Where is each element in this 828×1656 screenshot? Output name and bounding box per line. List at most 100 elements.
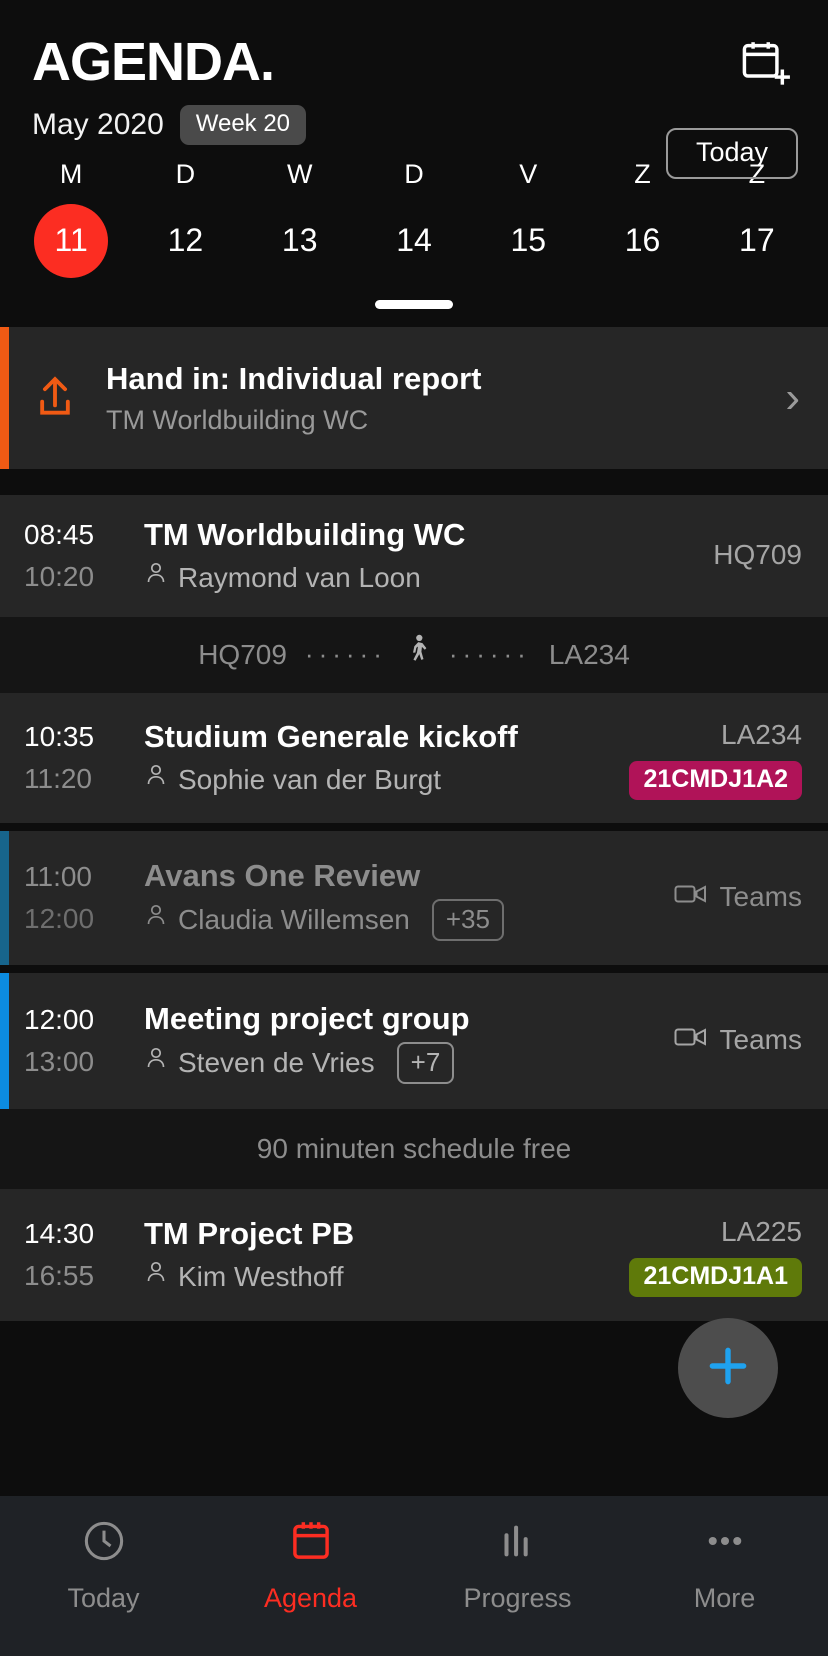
nav-label: Progress [463, 1583, 572, 1613]
day-letter: D [175, 158, 196, 189]
event-title: Studium Generale kickoff [144, 718, 518, 754]
clock-icon [81, 1518, 127, 1569]
nav-label: More [693, 1583, 756, 1613]
walking-person-icon [405, 634, 431, 675]
calendar-add-icon [739, 37, 791, 94]
day-column[interactable]: M 11 [14, 159, 128, 278]
event-times: 12:00 13:00 [24, 999, 122, 1083]
event-start-time: 12:00 [24, 1003, 95, 1035]
nav-item-agenda[interactable]: Agenda [207, 1518, 414, 1614]
hand-in-subtitle: TM Worldbuilding WC [106, 404, 369, 435]
day-letter: Z [634, 158, 651, 189]
event-times: 11:00 12:00 [24, 856, 122, 940]
event-start-time: 08:45 [24, 518, 95, 550]
day-letter: D [404, 158, 424, 189]
day-column[interactable]: V 15 [471, 159, 585, 278]
nav-label: Today [67, 1583, 140, 1613]
event-location-label: Teams [719, 1024, 802, 1056]
day-number[interactable]: 12 [148, 204, 222, 278]
event-person-name: Sophie van der Burgt [178, 763, 442, 795]
event-start-time: 11:00 [24, 860, 92, 892]
day-column[interactable]: D 14 [357, 159, 471, 278]
add-event-fab[interactable] [678, 1318, 778, 1418]
week-chip: Week 20 [179, 104, 307, 145]
event-person: Sophie van der Burgt [144, 760, 629, 801]
nav-item-progress[interactable]: Progress [414, 1518, 621, 1614]
day-column[interactable]: D 12 [128, 159, 242, 278]
sheet-grabber-handle[interactable] [375, 299, 453, 309]
event-accent-bar [0, 972, 9, 1109]
event-person-name: Claudia Willemsen [178, 903, 410, 935]
event-row[interactable]: 12:00 13:00 Meeting project group Steven… [0, 972, 828, 1109]
ellipsis-icon [702, 1518, 748, 1569]
hand-in-accent-bar [0, 326, 9, 469]
event-accent-bar [0, 830, 9, 965]
event-person-name: Raymond van Loon [178, 561, 421, 593]
event-location: LA234 [721, 715, 802, 756]
video-camera-icon [674, 877, 708, 918]
event-right: LA225 21CMDJ1A1 [629, 1212, 802, 1298]
day-number[interactable]: 17 [720, 204, 794, 278]
day-number[interactable]: 13 [263, 204, 337, 278]
day-letter: M [59, 158, 83, 189]
event-row[interactable]: 08:45 10:20 TM Worldbuilding WC Raymond … [0, 494, 828, 617]
app-header: AGENDA. May 2020 Week 20 Today [0, 0, 828, 179]
event-right: HQ709 [713, 535, 802, 576]
hand-in-title: Hand in: Individual report [106, 360, 482, 396]
event-course-badge: 21CMDJ1A1 [629, 1257, 802, 1298]
day-column[interactable]: W 13 [243, 159, 357, 278]
nav-item-today[interactable]: Today [0, 1518, 207, 1614]
add-event-calendar-button[interactable] [732, 34, 798, 96]
day-number[interactable]: 15 [491, 204, 565, 278]
event-end-time: 10:20 [24, 560, 95, 592]
event-person: Steven de Vries +7 [144, 1041, 674, 1085]
event-location-label: HQ709 [713, 539, 802, 571]
event-person-name: Kim Westhoff [178, 1260, 344, 1292]
day-number[interactable]: 16 [606, 204, 680, 278]
event-body: Avans One Review Claudia Willemsen +35 [122, 854, 674, 942]
event-attendee-count-chip: +7 [396, 1041, 455, 1085]
event-right: LA234 21CMDJ1A2 [629, 715, 802, 801]
agenda-screen: AGENDA. May 2020 Week 20 Today M 11 D 12… [0, 0, 828, 1656]
list-gap [0, 468, 828, 495]
event-title: TM Project PB [144, 1215, 355, 1251]
travel-dots-left: ······ [304, 639, 387, 670]
event-times: 10:35 11:20 [24, 716, 122, 800]
agenda-list: Hand in: Individual report TM Worldbuild… [0, 326, 828, 1656]
day-number[interactable]: 14 [377, 204, 451, 278]
chevron-right-icon[interactable]: › [785, 375, 806, 420]
event-row[interactable]: 11:00 12:00 Avans One Review Claudia Wil… [0, 830, 828, 965]
day-number[interactable]: 11 [34, 203, 109, 278]
list-gap [0, 822, 828, 831]
event-person: Claudia Willemsen +35 [144, 898, 674, 942]
event-body: Studium Generale kickoff Sophie van der … [122, 715, 629, 801]
event-title: Avans One Review [144, 857, 421, 893]
event-body: TM Project PB Kim Westhoff [122, 1212, 629, 1298]
event-times: 08:45 10:20 [24, 514, 122, 598]
event-location: Teams [674, 1020, 802, 1061]
nav-label: Agenda [263, 1583, 358, 1613]
day-letter: W [286, 158, 313, 189]
plus-icon [703, 1341, 753, 1396]
free-time-divider: 90 minuten schedule free [0, 1108, 828, 1189]
event-person: Raymond van Loon [144, 558, 713, 599]
list-gap [0, 964, 828, 973]
event-end-time: 11:20 [24, 762, 92, 794]
event-start-time: 14:30 [24, 1217, 95, 1249]
travel-to: LA234 [548, 638, 630, 670]
event-row[interactable]: 14:30 16:55 TM Project PB Kim Westhoff L… [0, 1188, 828, 1321]
event-location-label: LA234 [721, 719, 802, 751]
person-icon [144, 1257, 168, 1298]
nav-item-more[interactable]: More [621, 1518, 828, 1614]
day-letter: V [519, 158, 538, 189]
month-label: May 2020 [32, 107, 164, 141]
hand-in-card[interactable]: Hand in: Individual report TM Worldbuild… [0, 326, 828, 469]
today-button[interactable]: Today [665, 128, 798, 179]
event-person: Kim Westhoff [144, 1257, 629, 1298]
event-location: Teams [674, 877, 802, 918]
sheet-grabber-area[interactable] [0, 278, 828, 327]
travel-dots-right: ······ [448, 639, 531, 670]
person-icon [144, 900, 168, 941]
event-right: Teams [674, 1020, 802, 1061]
event-row[interactable]: 10:35 11:20 Studium Generale kickoff Sop… [0, 692, 828, 823]
